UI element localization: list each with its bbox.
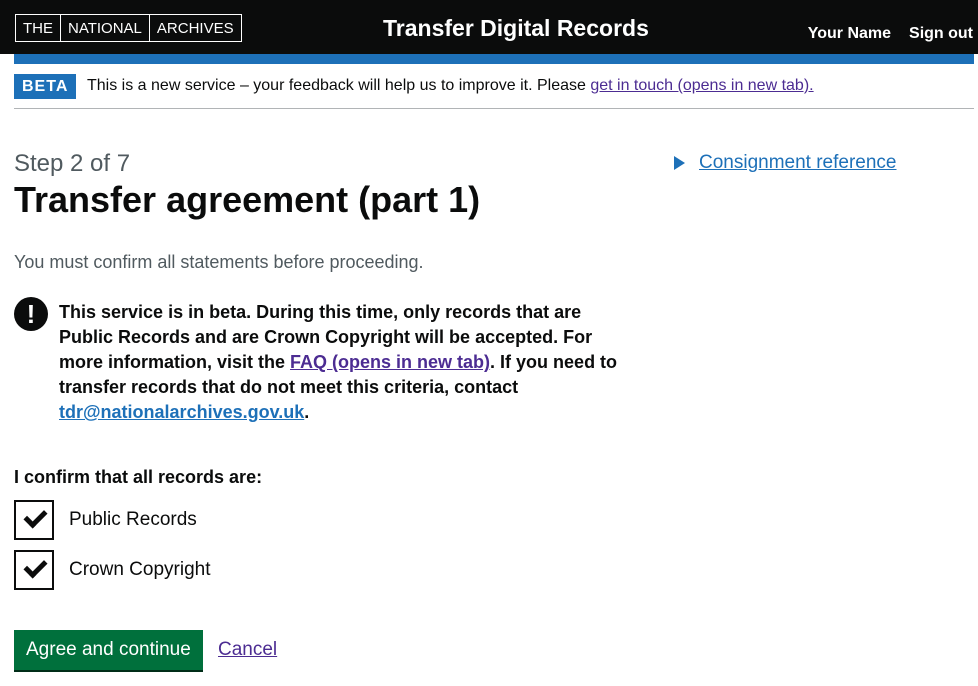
- logo-part-the: THE: [23, 19, 53, 37]
- phase-banner: BETA This is a new service – your feedba…: [14, 73, 974, 109]
- consignment-reference-details[interactable]: Consignment reference: [674, 152, 897, 174]
- checkbox-checked-icon[interactable]: [14, 500, 54, 540]
- site-header: THE NATIONAL ARCHIVES Transfer Digital R…: [0, 0, 978, 54]
- faq-link[interactable]: FAQ (opens in new tab): [290, 352, 490, 372]
- checkbox-label[interactable]: Crown Copyright: [69, 559, 211, 581]
- warning-message: This service is in beta. During this tim…: [59, 300, 634, 425]
- triangle-right-icon[interactable]: [674, 156, 685, 170]
- beta-tag: BETA: [14, 74, 77, 99]
- checkbox-label[interactable]: Public Records: [69, 509, 197, 531]
- checkbox-legend: I confirm that all records are:: [14, 467, 263, 487]
- agree-and-continue-button[interactable]: Agree and continue: [14, 630, 203, 670]
- logo-part-national: NATIONAL: [60, 15, 149, 41]
- sign-out-link[interactable]: Sign out: [909, 25, 973, 43]
- user-name-link[interactable]: Your Name: [808, 25, 891, 43]
- feedback-link[interactable]: get in touch (opens in new tab).: [590, 77, 813, 94]
- cancel-link[interactable]: Cancel: [218, 639, 277, 661]
- email-link[interactable]: tdr@nationalarchives.gov.uk: [59, 402, 304, 422]
- page-title: Transfer agreement (part 1): [14, 179, 481, 220]
- beta-banner-text: This is a new service – your feedback wi…: [87, 77, 814, 95]
- service-name[interactable]: Transfer Digital Records: [383, 15, 649, 42]
- warning-text-part-3: .: [304, 402, 310, 422]
- checkbox-crown-copyright[interactable]: Crown Copyright: [14, 550, 211, 590]
- checkbox-public-records[interactable]: Public Records: [14, 500, 197, 540]
- consignment-reference-summary[interactable]: Consignment reference: [699, 152, 897, 174]
- header-blue-stripe: [14, 54, 974, 64]
- beta-banner-message: This is a new service – your feedback wi…: [87, 77, 591, 94]
- step-caption: Step 2 of 7: [14, 150, 131, 177]
- logo-part-archives: ARCHIVES: [148, 15, 241, 41]
- national-archives-logo[interactable]: THE NATIONAL ARCHIVES: [15, 14, 242, 42]
- checkbox-checked-icon[interactable]: [14, 550, 54, 590]
- header-nav: Your Name Sign out: [808, 25, 973, 43]
- form-hint: You must confirm all statements before p…: [14, 252, 424, 272]
- warning-icon: !: [14, 297, 48, 331]
